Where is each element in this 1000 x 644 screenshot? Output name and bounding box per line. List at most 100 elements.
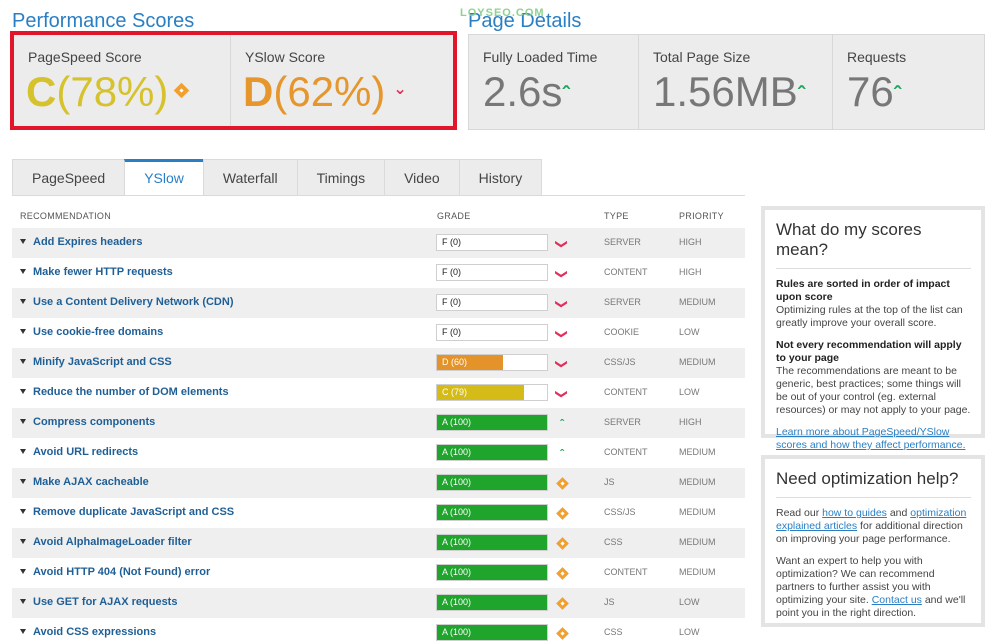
recommendation-priority: HIGH — [679, 417, 702, 427]
table-row[interactable]: Use cookie-free domains F (0) ❯ COOKIE LOW — [12, 318, 745, 348]
trend-icon-wrap: ˆ — [555, 415, 569, 431]
panel-title: What do my scores mean? — [776, 220, 971, 269]
learn-more-link[interactable]: Learn more about PageSpeed/YSlow scores … — [776, 426, 966, 451]
panel-text: Read our — [776, 507, 823, 519]
tab-pagespeed[interactable]: PageSpeed — [12, 159, 125, 196]
yslow-grade-percent: (62%) — [273, 68, 386, 115]
trend-icon-wrap: ❯ — [555, 235, 569, 249]
column-header-grade[interactable]: GRADE — [437, 211, 471, 221]
fully-loaded-value: 2.6s — [483, 68, 563, 115]
table-row[interactable]: Compress components A (100) ˆ SERVER HIGH — [12, 408, 745, 438]
contact-us-link[interactable]: Contact us — [872, 594, 922, 606]
pagespeed-score-cell[interactable]: PageSpeed Score C(78%) — [14, 35, 230, 126]
how-to-guides-link[interactable]: how to guides — [822, 507, 887, 519]
table-row[interactable]: Add Expires headers F (0) ❯ SERVER HIGH — [12, 228, 745, 258]
expand-triangle-icon[interactable] — [20, 389, 26, 394]
recommendation-name[interactable]: Avoid URL redirects — [33, 446, 138, 458]
fully-loaded-cell[interactable]: Fully Loaded Time 2.6sˆ — [469, 35, 638, 129]
tab-timings[interactable]: Timings — [296, 159, 385, 196]
table-row[interactable]: Use GET for AJAX requests A (100) JS LOW — [12, 588, 745, 618]
table-row[interactable]: Minify JavaScript and CSS D (60) ❯ CSS/JS ME… — [12, 348, 745, 378]
column-header-recommendation[interactable]: RECOMMENDATION — [20, 211, 111, 221]
table-row[interactable]: Reduce the number of DOM elements C (79) ❯… — [12, 378, 745, 408]
panel-paragraph: Read our how to guides and optimization … — [776, 507, 971, 546]
grade-bar: A (100) — [436, 594, 548, 611]
chevron-down-icon: ❯ — [555, 238, 569, 250]
trend-icon-wrap — [555, 475, 569, 490]
table-row[interactable]: Make AJAX cacheable A (100) JS MEDIUM — [12, 468, 745, 498]
recommendation-name[interactable]: Reduce the number of DOM elements — [33, 386, 229, 398]
expand-triangle-icon[interactable] — [20, 269, 26, 274]
expand-triangle-icon[interactable] — [20, 419, 26, 424]
chevron-up-icon: ˆ — [560, 447, 564, 461]
chevron-down-icon: ❯ — [555, 268, 569, 280]
expand-triangle-icon[interactable] — [20, 359, 26, 364]
grade-bar: A (100) — [436, 534, 548, 551]
recommendation-name[interactable]: Avoid AlphaImageLoader filter — [33, 536, 192, 548]
table-row[interactable]: Remove duplicate JavaScript and CSS A (10… — [12, 498, 745, 528]
table-row[interactable]: Avoid AlphaImageLoader filter A (100) CSS M… — [12, 528, 745, 558]
recommendation-priority: MEDIUM — [679, 537, 716, 547]
grade-bar: F (0) — [436, 264, 548, 281]
column-header-priority[interactable]: PRIORITY — [679, 211, 724, 221]
recommendation-name[interactable]: Compress components — [33, 416, 155, 428]
expand-triangle-icon[interactable] — [20, 239, 26, 244]
tab-yslow[interactable]: YSlow — [124, 159, 203, 196]
grade-text: D (60) — [442, 357, 468, 367]
recommendation-type: CSS/JS — [604, 507, 636, 517]
expand-triangle-icon[interactable] — [20, 509, 26, 514]
pagespeed-grade-letter: C — [26, 68, 57, 115]
grade-text: A (100) — [442, 567, 472, 577]
column-header-type[interactable]: TYPE — [604, 211, 629, 221]
recommendation-name[interactable]: Add Expires headers — [33, 236, 142, 248]
fully-loaded-value-wrap: 2.6sˆ — [483, 69, 570, 118]
recommendation-name[interactable]: Use GET for AJAX requests — [33, 596, 177, 608]
tab-video[interactable]: Video — [384, 159, 459, 196]
recommendation-name[interactable]: Avoid CSS expressions — [33, 626, 156, 638]
expand-triangle-icon[interactable] — [20, 569, 26, 574]
recommendation-name[interactable]: Remove duplicate JavaScript and CSS — [33, 506, 234, 518]
chevron-up-icon: ˆ — [562, 81, 570, 107]
requests-cell[interactable]: Requests 76ˆ — [832, 35, 984, 129]
table-row[interactable]: Use a Content Delivery Network (CDN) F (0… — [12, 288, 745, 318]
recommendation-type: COOKIE — [604, 327, 640, 337]
recommendation-name[interactable]: Use a Content Delivery Network (CDN) — [33, 296, 234, 308]
recommendation-name[interactable]: Avoid HTTP 404 (Not Found) error — [33, 566, 210, 578]
optimization-help-panel: Need optimization help? Read our how to … — [761, 455, 985, 627]
yslow-score-cell[interactable]: YSlow Score D(62%) ⌄ — [230, 35, 453, 126]
chevron-up-icon: ˆ — [893, 81, 902, 107]
expand-triangle-icon[interactable] — [20, 299, 26, 304]
grade-bar: F (0) — [436, 234, 548, 251]
tab-history[interactable]: History — [458, 159, 543, 196]
requests-value: 76 — [847, 68, 894, 115]
table-row[interactable]: Avoid CSS expressions A (100) CSS LOW — [12, 618, 745, 644]
recommendation-name[interactable]: Use cookie-free domains — [33, 326, 163, 338]
trend-icon-wrap: ❯ — [555, 325, 569, 339]
expand-triangle-icon[interactable] — [20, 599, 26, 604]
table-row[interactable]: Make fewer HTTP requests F (0) ❯ CONTENT HIG… — [12, 258, 745, 288]
recommendation-type: CSS — [604, 627, 623, 637]
recommendations-table: Add Expires headers F (0) ❯ SERVER HIGH Make … — [12, 228, 745, 644]
recommendation-name[interactable]: Make fewer HTTP requests — [33, 266, 173, 278]
table-row[interactable]: Avoid URL redirects A (100) ˆ CONTENT MEDIUM — [12, 438, 745, 468]
neutral-diamond-icon — [555, 477, 569, 490]
report-tabs: PageSpeed YSlow Waterfall Timings Video … — [12, 159, 543, 196]
expand-triangle-icon[interactable] — [20, 449, 26, 454]
grade-bar: A (100) — [436, 564, 548, 581]
expand-triangle-icon[interactable] — [20, 479, 26, 484]
expand-triangle-icon[interactable] — [20, 629, 26, 634]
recommendation-name[interactable]: Make AJAX cacheable — [33, 476, 149, 488]
trend-icon-wrap — [555, 625, 569, 640]
tab-waterfall[interactable]: Waterfall — [202, 159, 297, 196]
yslow-score-label: YSlow Score — [245, 49, 326, 65]
watermark: LOYSEO.COM — [460, 7, 545, 19]
page-size-cell[interactable]: Total Page Size 1.56MBˆ — [638, 35, 832, 129]
page-size-value-wrap: 1.56MBˆ — [653, 69, 805, 118]
grade-text: A (100) — [442, 417, 472, 427]
expand-triangle-icon[interactable] — [20, 329, 26, 334]
table-row[interactable]: Avoid HTTP 404 (Not Found) error A (100) C… — [12, 558, 745, 588]
recommendation-name[interactable]: Minify JavaScript and CSS — [33, 356, 172, 368]
expand-triangle-icon[interactable] — [20, 539, 26, 544]
panel-paragraph: Learn more about PageSpeed/YSlow scores … — [776, 426, 971, 452]
grade-bar: A (100) — [436, 474, 548, 491]
